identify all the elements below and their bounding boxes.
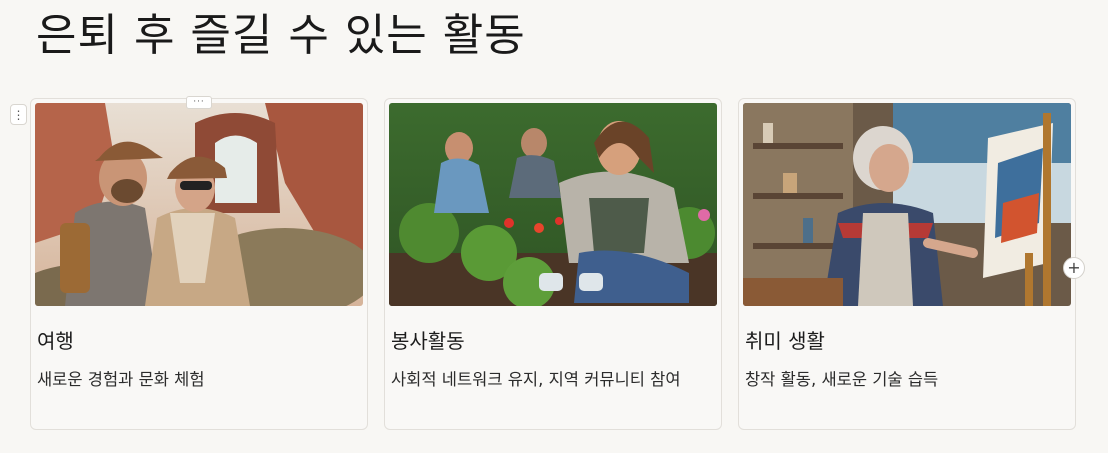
- card-hobbies[interactable]: 취미 생활 창작 활동, 새로운 기술 습득: [738, 98, 1076, 430]
- elderly-painting-photo: [743, 103, 1071, 306]
- card-travel[interactable]: 여행 새로운 경험과 문화 체험: [30, 98, 368, 430]
- card-title: 봉사활동: [391, 329, 465, 353]
- card-title: 취미 생활: [745, 329, 825, 353]
- card-description: 창작 활동, 새로운 기술 습득: [745, 370, 939, 389]
- card-description: 사회적 네트워크 유지, 지역 커뮤니티 참여: [391, 370, 681, 389]
- block-drag-handle-icon[interactable]: ⋮: [10, 104, 27, 125]
- travel-couple-photo: [35, 103, 363, 306]
- card-gallery: 여행 새로운 경험과 문화 체험 봉사활동 사회적 네트워크 유지, 지역 커뮤…: [30, 98, 1076, 430]
- card-description: 새로운 경험과 문화 체험: [37, 370, 205, 389]
- card-title: 여행: [37, 329, 74, 353]
- add-card-button[interactable]: +: [1063, 257, 1085, 279]
- page: 은퇴 후 즐길 수 있는 활동 ⋮ ··· 여행 새로운 경험과 문화 체험 봉…: [0, 0, 1108, 453]
- card-volunteering[interactable]: 봉사활동 사회적 네트워크 유지, 지역 커뮤니티 참여: [384, 98, 722, 430]
- card-more-options-button[interactable]: ···: [186, 96, 212, 109]
- page-title[interactable]: 은퇴 후 즐길 수 있는 활동: [36, 6, 526, 66]
- volunteer-gardening-photo: [389, 103, 717, 306]
